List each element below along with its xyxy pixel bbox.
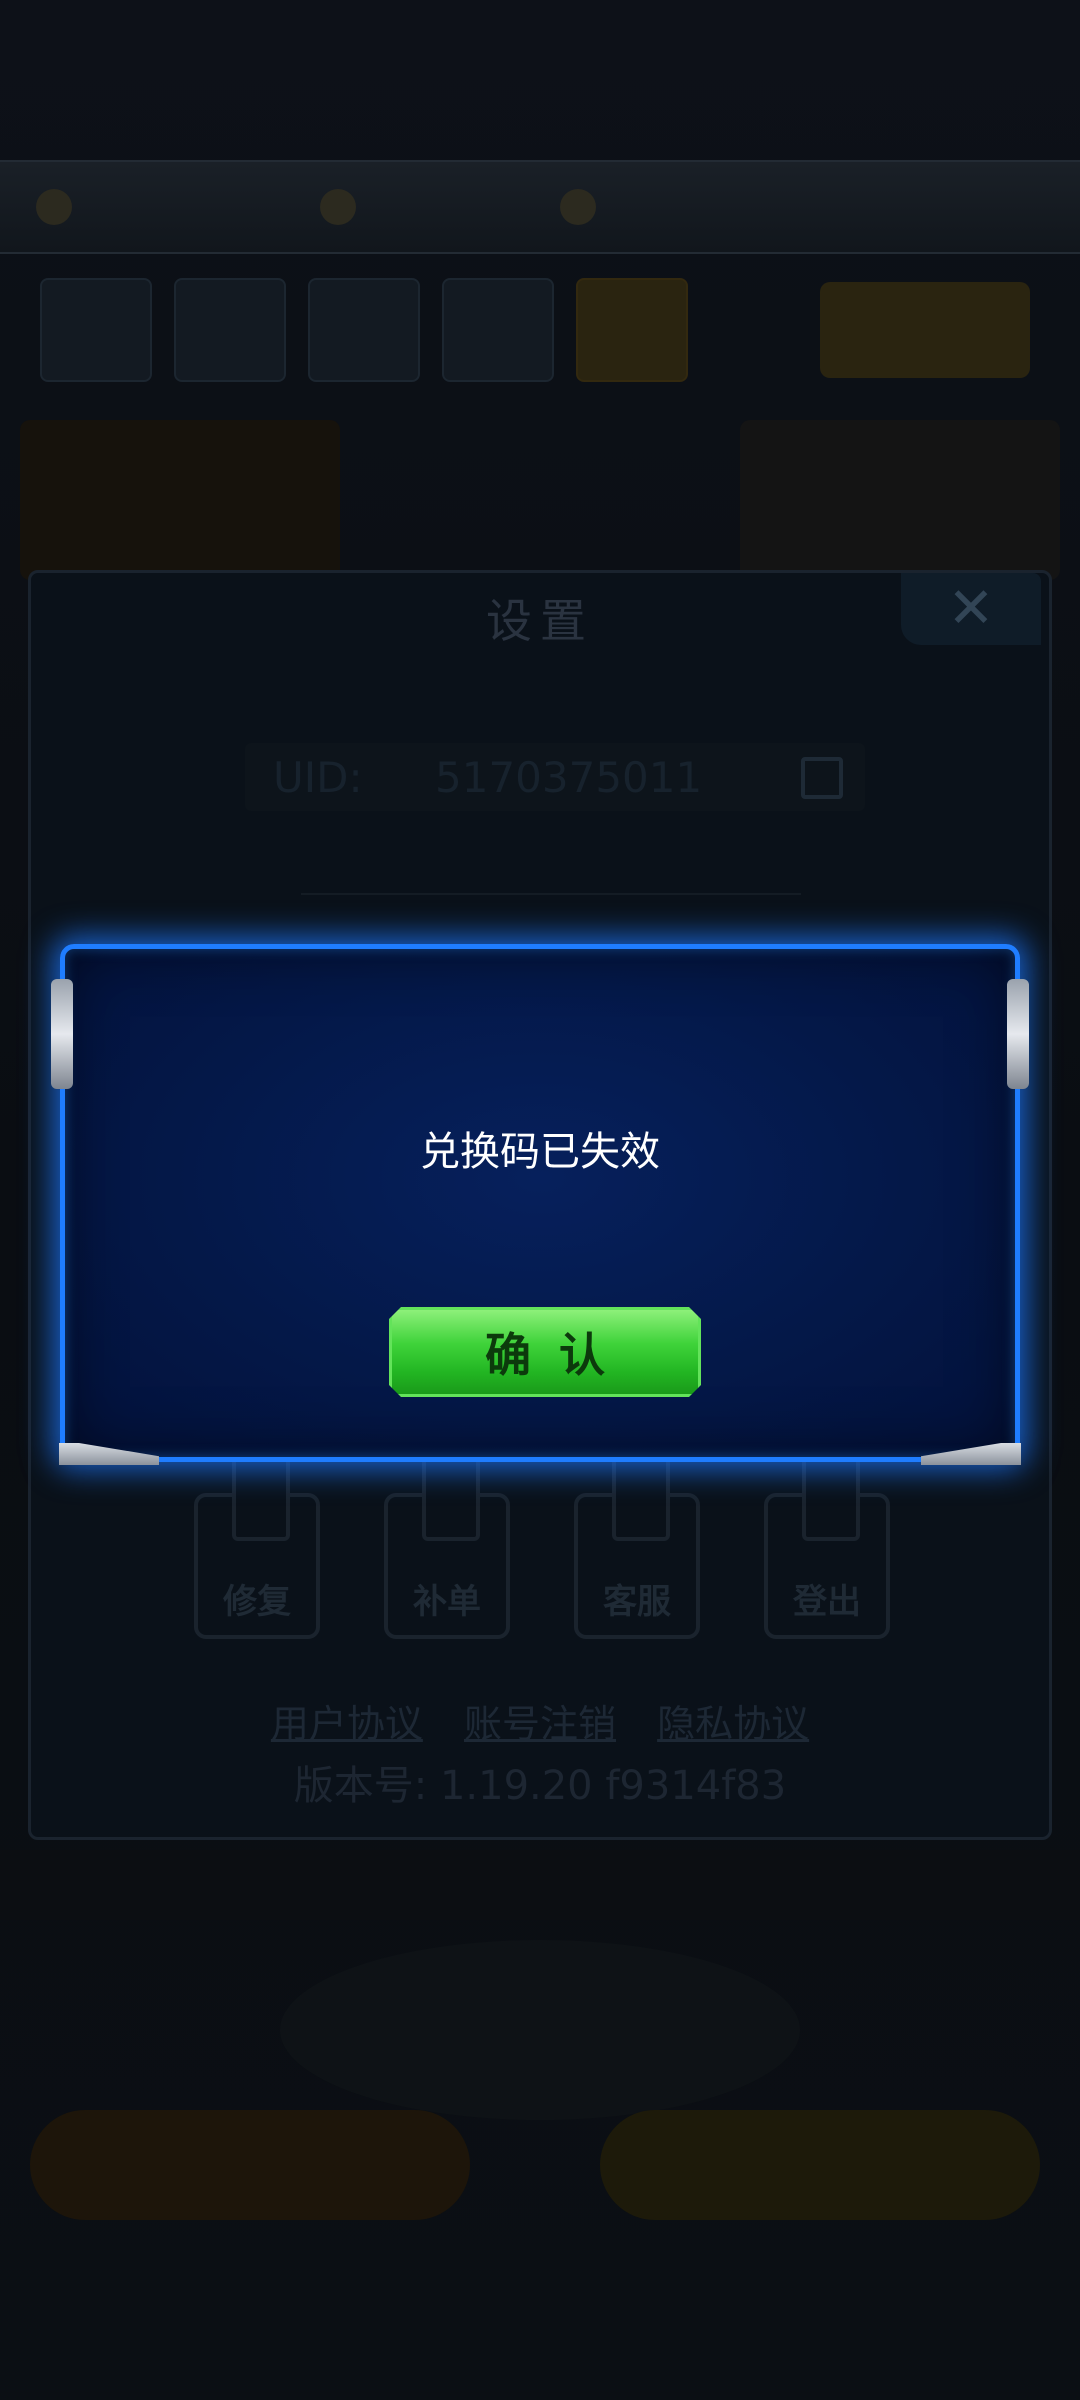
resource-coins <box>36 184 82 230</box>
bottom-strip <box>0 1850 1080 1920</box>
frame-bracket-left <box>51 979 73 1089</box>
energy-icon <box>560 189 596 225</box>
wrench-icon <box>232 1457 290 1541</box>
customer-service-label: 客服 <box>603 1582 671 1622</box>
version-text: 版本号: 1.19.20 f9314f83 <box>293 1763 787 1809</box>
logout-icon <box>802 1457 860 1541</box>
customer-service-button: 客服 <box>574 1457 700 1639</box>
agreement-links: 用户协议 账号注销 隐私协议 <box>31 1693 1049 1748</box>
uid-value: 5170375011 <box>435 753 703 802</box>
account-deletion-link: 账号注销 <box>463 1702 616 1746</box>
bottom-button-left <box>30 2110 470 2220</box>
reissue-order-button: 补单 <box>384 1457 510 1639</box>
banner-left <box>20 420 340 580</box>
banner-right <box>740 420 1060 580</box>
menu-item <box>174 278 286 382</box>
repair-label: 修复 <box>223 1582 291 1622</box>
reissue-order-label: 补单 <box>413 1582 481 1622</box>
close-icon: ✕ <box>901 573 1041 645</box>
resource-bar <box>0 160 1080 254</box>
coin-icon <box>36 189 72 225</box>
uid-label: UID: <box>273 753 363 802</box>
bottom-button-right <box>600 2110 1040 2220</box>
game-screen: 设置 ✕ UID: 5170375011 修复 补单 客服 登出 用户协议 账号… <box>0 0 1080 2400</box>
top-menu-row <box>40 278 688 382</box>
copy-icon <box>801 757 843 799</box>
privacy-policy-link: 隐私协议 <box>657 1702 810 1746</box>
confirm-button[interactable]: 确认 <box>389 1307 701 1397</box>
logout-button: 登出 <box>764 1457 890 1639</box>
menu-item <box>442 278 554 382</box>
menu-item <box>40 278 152 382</box>
gem-icon <box>320 189 356 225</box>
event-button <box>820 282 1030 378</box>
frame-bracket-right <box>1007 979 1029 1089</box>
uid-box: UID: 5170375011 <box>245 743 865 811</box>
resource-energy <box>560 184 606 230</box>
tool-buttons: 修复 补单 客服 登出 <box>31 1457 1049 1653</box>
alert-dialog: 兑换码已失效 确认 <box>51 944 1029 1465</box>
repair-button: 修复 <box>194 1457 320 1639</box>
menu-item <box>576 278 688 382</box>
confirm-button-label: 确认 <box>485 1328 633 1382</box>
settings-title: 设置 <box>486 594 594 648</box>
frame-corner-right <box>921 1443 1021 1465</box>
order-icon <box>422 1457 480 1541</box>
user-agreement-link: 用户协议 <box>270 1702 423 1746</box>
menu-item <box>308 278 420 382</box>
resource-gems <box>320 184 366 230</box>
logout-label: 登出 <box>793 1582 861 1622</box>
bottom-decoration <box>280 1940 800 2120</box>
headset-icon <box>612 1457 670 1541</box>
dialog-message: 兑换码已失效 <box>420 1129 660 1175</box>
divider <box>301 893 801 895</box>
frame-corner-left <box>59 1443 159 1465</box>
